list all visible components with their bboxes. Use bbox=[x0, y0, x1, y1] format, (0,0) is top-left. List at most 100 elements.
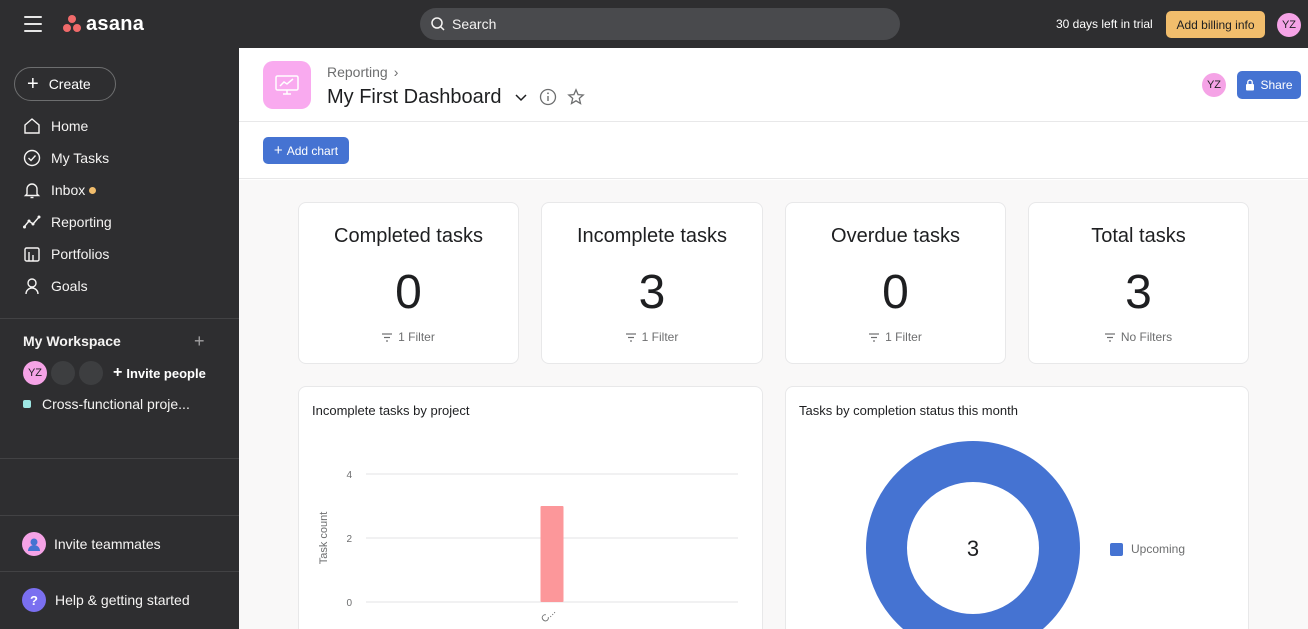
dashboard-canvas: Completed tasks 0 1 Filter Incomplete ta… bbox=[239, 180, 1308, 629]
bar bbox=[540, 506, 564, 602]
info-icon[interactable] bbox=[539, 88, 557, 106]
hamburger-menu-icon[interactable] bbox=[24, 16, 42, 32]
stat-filter[interactable]: 1 Filter bbox=[299, 330, 518, 344]
unread-indicator bbox=[89, 186, 97, 194]
filter-icon bbox=[625, 332, 636, 342]
sidebar: + Create Home My Tasks Inbox Reporting P… bbox=[0, 48, 239, 629]
reporting-icon bbox=[23, 215, 41, 229]
member-placeholder-avatar bbox=[79, 361, 103, 385]
stat-filter[interactable]: 1 Filter bbox=[542, 330, 762, 344]
share-button[interactable]: Share bbox=[1237, 71, 1301, 99]
search-input[interactable]: Search bbox=[420, 8, 900, 40]
stat-title: Incomplete tasks bbox=[576, 225, 728, 247]
filter-icon bbox=[869, 332, 880, 342]
help-button[interactable]: ? Help & getting started bbox=[22, 588, 190, 612]
sidebar-item-label: My Tasks bbox=[51, 150, 110, 166]
lock-icon bbox=[1246, 79, 1255, 91]
top-bar: asana Search 30 days left in trial Add b… bbox=[0, 0, 1308, 48]
portfolio-icon bbox=[24, 247, 40, 262]
stat-filter-label: 1 Filter bbox=[398, 330, 435, 344]
sidebar-item-reporting[interactable]: Reporting bbox=[22, 210, 112, 234]
plus-icon: + bbox=[113, 364, 123, 381]
user-avatar[interactable]: YZ bbox=[1277, 13, 1301, 37]
chart-legend: Upcoming bbox=[1110, 542, 1185, 556]
asana-logo[interactable]: asana bbox=[62, 12, 144, 36]
sidebar-item-inbox[interactable]: Inbox bbox=[22, 178, 97, 202]
sidebar-divider bbox=[0, 515, 239, 516]
search-placeholder: Search bbox=[452, 16, 497, 32]
add-billing-info-button[interactable]: Add billing info bbox=[1166, 11, 1265, 38]
dashboard-toolbar: + Add chart bbox=[239, 122, 1308, 179]
x-tick-label: C... bbox=[539, 606, 558, 625]
stat-value: 3 bbox=[638, 266, 666, 319]
filter-icon bbox=[382, 332, 393, 342]
stat-filter[interactable]: No Filters bbox=[1029, 330, 1248, 344]
page-title: My First Dashboard bbox=[327, 86, 502, 108]
sidebar-item-label: Portfolios bbox=[51, 246, 110, 262]
teammates-icon bbox=[22, 532, 46, 556]
sidebar-project-item[interactable]: Cross-functional proje... bbox=[23, 396, 190, 412]
add-chart-button[interactable]: + Add chart bbox=[263, 137, 349, 164]
invite-teammates-button[interactable]: Invite teammates bbox=[22, 532, 161, 556]
title-actions bbox=[513, 88, 595, 106]
sidebar-divider bbox=[0, 458, 239, 459]
chart-card-incomplete-by-project[interactable]: Incomplete tasks by project 0 2 4 Task coun… bbox=[298, 386, 763, 629]
chevron-right-icon: › bbox=[393, 64, 399, 80]
trial-status: 30 days left in trial bbox=[1056, 17, 1153, 31]
workspace-title[interactable]: My Workspace bbox=[23, 333, 121, 349]
share-label: Share bbox=[1260, 78, 1293, 92]
stat-title: Overdue tasks bbox=[831, 225, 960, 247]
legend-label: Upcoming bbox=[1131, 542, 1186, 556]
dashboard-header: Reporting › My First Dashboard YZ Share bbox=[239, 48, 1308, 122]
stat-card-completed[interactable]: Completed tasks 0 1 Filter bbox=[298, 202, 519, 364]
plus-icon: + bbox=[273, 142, 283, 159]
stat-value: 0 bbox=[882, 266, 909, 319]
sidebar-item-label: Reporting bbox=[51, 214, 112, 230]
stat-title: Completed tasks bbox=[334, 225, 483, 247]
add-chart-label: Add chart bbox=[286, 143, 339, 158]
stat-card-incomplete[interactable]: Incomplete tasks 3 1 Filter bbox=[541, 202, 763, 364]
stat-title: Total tasks bbox=[1091, 225, 1186, 247]
chevron-down-icon[interactable] bbox=[513, 89, 529, 105]
stat-filter-label: 1 Filter bbox=[885, 330, 922, 344]
stat-filter[interactable]: 1 Filter bbox=[786, 330, 1005, 344]
y-tick-label: 0 bbox=[346, 598, 352, 609]
stat-card-total[interactable]: Total tasks 3 No Filters bbox=[1028, 202, 1249, 364]
member-placeholder-avatar bbox=[51, 361, 75, 385]
breadcrumb[interactable]: Reporting › bbox=[327, 64, 398, 80]
sidebar-item-label: Inbox bbox=[51, 182, 86, 198]
member-avatar[interactable]: YZ bbox=[23, 361, 47, 385]
sidebar-item-label: Home bbox=[51, 118, 89, 134]
y-tick-label: 2 bbox=[346, 534, 352, 545]
dashboard-member-avatar[interactable]: YZ bbox=[1202, 73, 1226, 97]
invite-people-label: Invite people bbox=[126, 365, 206, 381]
logo-text: asana bbox=[86, 12, 145, 35]
sidebar-item-home[interactable]: Home bbox=[22, 114, 88, 138]
create-button[interactable]: + Create bbox=[14, 67, 116, 101]
plus-icon: + bbox=[27, 73, 39, 95]
help-label: Help & getting started bbox=[55, 592, 190, 608]
sidebar-item-portfolios[interactable]: Portfolios bbox=[22, 242, 109, 266]
chart-card-completion-status[interactable]: Tasks by completion status this month 3 … bbox=[785, 386, 1249, 629]
filter-icon bbox=[1104, 332, 1115, 342]
sidebar-divider bbox=[0, 318, 239, 319]
legend-swatch bbox=[1110, 542, 1123, 556]
dashboard-icon[interactable] bbox=[263, 61, 311, 109]
invite-people-button[interactable]: + Invite people bbox=[113, 364, 206, 382]
donut-chart: 3 bbox=[866, 441, 1080, 629]
breadcrumb-reporting: Reporting bbox=[327, 64, 388, 80]
asana-logo-icon bbox=[62, 15, 82, 33]
star-icon[interactable] bbox=[567, 88, 585, 106]
y-axis-label: Task count bbox=[318, 512, 330, 565]
add-workspace-item-icon[interactable]: + bbox=[194, 331, 205, 352]
sidebar-item-my-tasks[interactable]: My Tasks bbox=[22, 146, 109, 170]
workspace-members: YZ + Invite people bbox=[23, 361, 206, 385]
create-label: Create bbox=[48, 76, 91, 92]
project-color-swatch bbox=[23, 400, 31, 408]
project-name: Cross-functional proje... bbox=[42, 396, 190, 412]
sidebar-divider bbox=[0, 571, 239, 572]
sidebar-item-goals[interactable]: Goals bbox=[22, 274, 88, 298]
sidebar-item-label: Goals bbox=[51, 278, 88, 294]
y-tick-label: 4 bbox=[346, 470, 352, 481]
stat-card-overdue[interactable]: Overdue tasks 0 1 Filter bbox=[785, 202, 1006, 364]
